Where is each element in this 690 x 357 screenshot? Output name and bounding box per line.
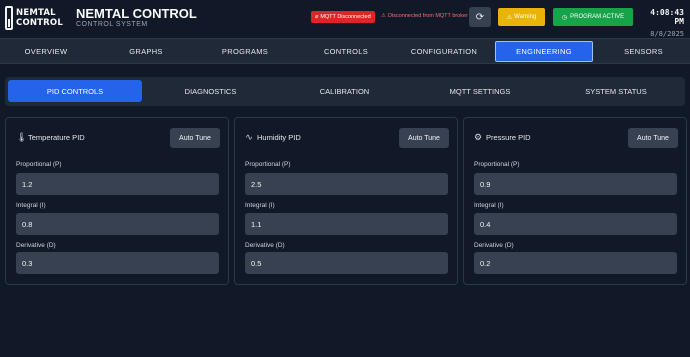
subtab-diagnostics[interactable]: DIAGNOSTICS xyxy=(145,80,276,102)
proportional-input[interactable]: 1.2 xyxy=(16,173,219,195)
nav-tab-programs[interactable]: PROGRAMS xyxy=(197,39,293,64)
gear-icon: ⚙ xyxy=(474,132,483,142)
integral-label: Integral (I) xyxy=(16,202,46,209)
app-subtitle: CONTROL SYSTEM xyxy=(76,21,148,28)
refresh-icon: ⟳ xyxy=(475,11,485,23)
proportional-input[interactable]: 2.5 xyxy=(245,173,448,195)
clock-time: 4:08:43 PM xyxy=(650,8,684,26)
warning-label: Warning xyxy=(514,14,537,20)
integral-label: Integral (I) xyxy=(245,202,275,209)
derivative-input[interactable]: 0.5 xyxy=(245,252,448,274)
panel-title: Pressure PID xyxy=(486,133,531,142)
subtab-pid-controls[interactable]: PID CONTROLS xyxy=(8,80,142,102)
derivative-label: Derivative (D) xyxy=(16,242,56,249)
derivative-input[interactable]: 0.3 xyxy=(16,252,219,274)
derivative-label: Derivative (D) xyxy=(474,242,514,249)
integral-label: Integral (I) xyxy=(474,202,504,209)
auto-tune-button[interactable]: Auto Tune xyxy=(399,128,449,148)
derivative-input[interactable]: 0.2 xyxy=(474,252,677,274)
temperature-pid-panel: 🌡︎ Temperature PID Auto Tune Proportiona… xyxy=(5,117,229,285)
subtab-system-status[interactable]: SYSTEM STATUS xyxy=(550,80,682,102)
integral-input[interactable]: 1.1 xyxy=(245,213,448,235)
derivative-label: Derivative (D) xyxy=(245,242,285,249)
nav-tab-overview[interactable]: OVERVIEW xyxy=(0,39,92,64)
mqtt-status-badge: ⌀ MQTT Disconnected xyxy=(311,11,375,23)
logo-line-2: CONTROL xyxy=(16,18,63,28)
subtab-mqtt-settings[interactable]: MQTT SETTINGS xyxy=(413,80,547,102)
refresh-button[interactable]: ⟳ xyxy=(469,7,491,27)
program-status-label: PROGRAM ACTIVE xyxy=(570,14,625,20)
panel-title: Temperature PID xyxy=(28,133,85,142)
program-active-button[interactable]: ◷ PROGRAM ACTIVE xyxy=(553,8,633,26)
logo: NEMTAL CONTROL xyxy=(5,4,69,32)
logo-line-1: NEMTAL xyxy=(16,8,56,18)
nav-tab-engineering[interactable]: ENGINEERING xyxy=(495,41,593,62)
mqtt-status-label: MQTT Disconnected xyxy=(320,14,371,20)
mqtt-message: ⚠ Disconnected from MQTT broker xyxy=(381,13,468,19)
warning-icon: ⚠ xyxy=(506,14,513,21)
nav-tab-graphs[interactable]: GRAPHS xyxy=(100,39,192,64)
mqtt-message-text: Disconnected from MQTT broker xyxy=(387,13,468,19)
auto-tune-button[interactable]: Auto Tune xyxy=(628,128,678,148)
proportional-input[interactable]: 0.9 xyxy=(474,173,677,195)
proportional-label: Proportional (P) xyxy=(16,161,62,168)
wifi-off-icon: ⌀ xyxy=(315,14,319,20)
humidity-pid-panel: ∿ Humidity PID Auto Tune Proportional (P… xyxy=(234,117,458,285)
clock: 4:08:43 PM 8/8/2025 xyxy=(636,8,684,38)
app-header: NEMTAL CONTROL NEMTAL CONTROL CONTROL SY… xyxy=(0,0,690,38)
proportional-label: Proportional (P) xyxy=(245,161,291,168)
engineering-subtabs: PID CONTROLS DIAGNOSTICS CALIBRATION MQT… xyxy=(5,77,685,106)
alert-icon: ⚠ xyxy=(381,13,386,19)
nav-tab-sensors[interactable]: SENSORS xyxy=(597,39,690,64)
main-nav: OVERVIEW GRAPHS PROGRAMS CONTROLS CONFIG… xyxy=(0,38,690,64)
warning-button[interactable]: ⚠ Warning xyxy=(498,8,545,26)
clock-date: 8/8/2025 xyxy=(650,30,684,38)
nav-tab-controls[interactable]: CONTROLS xyxy=(298,39,394,64)
app-title: NEMTAL CONTROL xyxy=(76,6,197,21)
panel-title: Humidity PID xyxy=(257,133,301,142)
clock-icon: ◷ xyxy=(561,14,568,21)
subtab-calibration[interactable]: CALIBRATION xyxy=(279,80,410,102)
nav-tab-configuration[interactable]: CONFIGURATION xyxy=(396,39,492,64)
thermometer-icon: 🌡︎ xyxy=(16,132,28,142)
auto-tune-button[interactable]: Auto Tune xyxy=(170,128,220,148)
proportional-label: Proportional (P) xyxy=(474,161,520,168)
integral-input[interactable]: 0.4 xyxy=(474,213,677,235)
thermometer-logo-icon xyxy=(5,6,13,30)
activity-icon: ∿ xyxy=(245,132,253,142)
integral-input[interactable]: 0.8 xyxy=(16,213,219,235)
pressure-pid-panel: ⚙ Pressure PID Auto Tune Proportional (P… xyxy=(463,117,687,285)
